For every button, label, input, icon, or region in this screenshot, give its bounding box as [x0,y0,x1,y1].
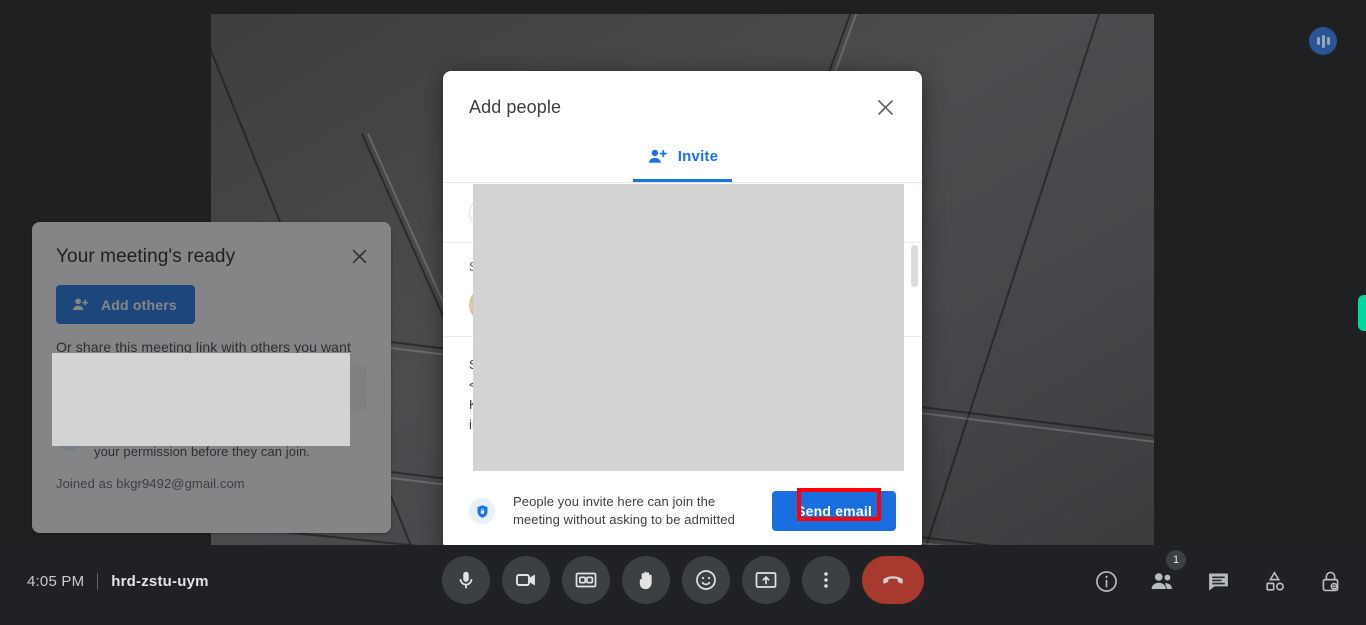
reactions-button[interactable] [682,556,730,604]
meeting-time: 4:05 PM [27,573,85,590]
audio-bar-1 [1316,37,1320,45]
shield-lock-icon [469,498,495,524]
divider [97,573,99,590]
captions-button[interactable] [562,556,610,604]
right-toolbar: 1 [1090,550,1346,597]
close-icon[interactable] [345,242,373,270]
joined-as-text: Joined as bkgr9492@gmail.com [56,476,245,492]
add-others-label: Add others [101,296,177,313]
meeting-details-button[interactable] [1090,565,1122,597]
dialog-footer: People you invite here can join the meet… [443,472,922,550]
add-others-button[interactable]: Add others [56,285,195,324]
person-add-icon [71,295,90,314]
panel-title: Your meeting's ready [56,246,236,267]
chat-button[interactable] [1202,565,1234,597]
redaction-block-dialog [473,184,904,471]
audio-bar-3 [1326,37,1330,45]
dialog-tabs: Invite [443,143,922,183]
tab-invite[interactable]: Invite [632,143,733,182]
call-controls [442,556,924,604]
meeting-code: hrd-zstu-uym [111,573,209,590]
host-controls-button[interactable] [1314,565,1346,597]
send-email-button[interactable]: Send email [772,491,896,531]
close-icon[interactable] [870,92,900,122]
audio-bar-2 [1321,34,1325,48]
present-screen-button[interactable] [742,556,790,604]
activities-button[interactable] [1258,565,1290,597]
google-meet-window: Your meeting's ready Add others Or share… [0,0,1366,625]
meeting-info: 4:05 PM hrd-zstu-uym [27,573,209,590]
person-add-icon [647,146,668,167]
people-button[interactable]: 1 [1146,550,1186,597]
redaction-block-link [52,353,350,446]
more-options-button[interactable] [802,556,850,604]
tab-invite-label: Invite [677,148,719,165]
microphone-button[interactable] [442,556,490,604]
people-count-badge: 1 [1166,550,1186,570]
raise-hand-button[interactable] [622,556,670,604]
end-call-button[interactable] [862,556,924,604]
dialog-title: Add people [469,97,562,117]
scrollbar-thumb[interactable] [911,245,918,287]
bottom-toolbar: 4:05 PM hrd-zstu-uym 1 [0,545,1366,625]
dialog-header: Add people [443,71,922,143]
audio-level-indicator[interactable] [1309,27,1337,55]
side-panel-tab[interactable] [1358,295,1366,331]
footer-note-text: People you invite here can join the meet… [513,493,735,527]
camera-button[interactable] [502,556,550,604]
